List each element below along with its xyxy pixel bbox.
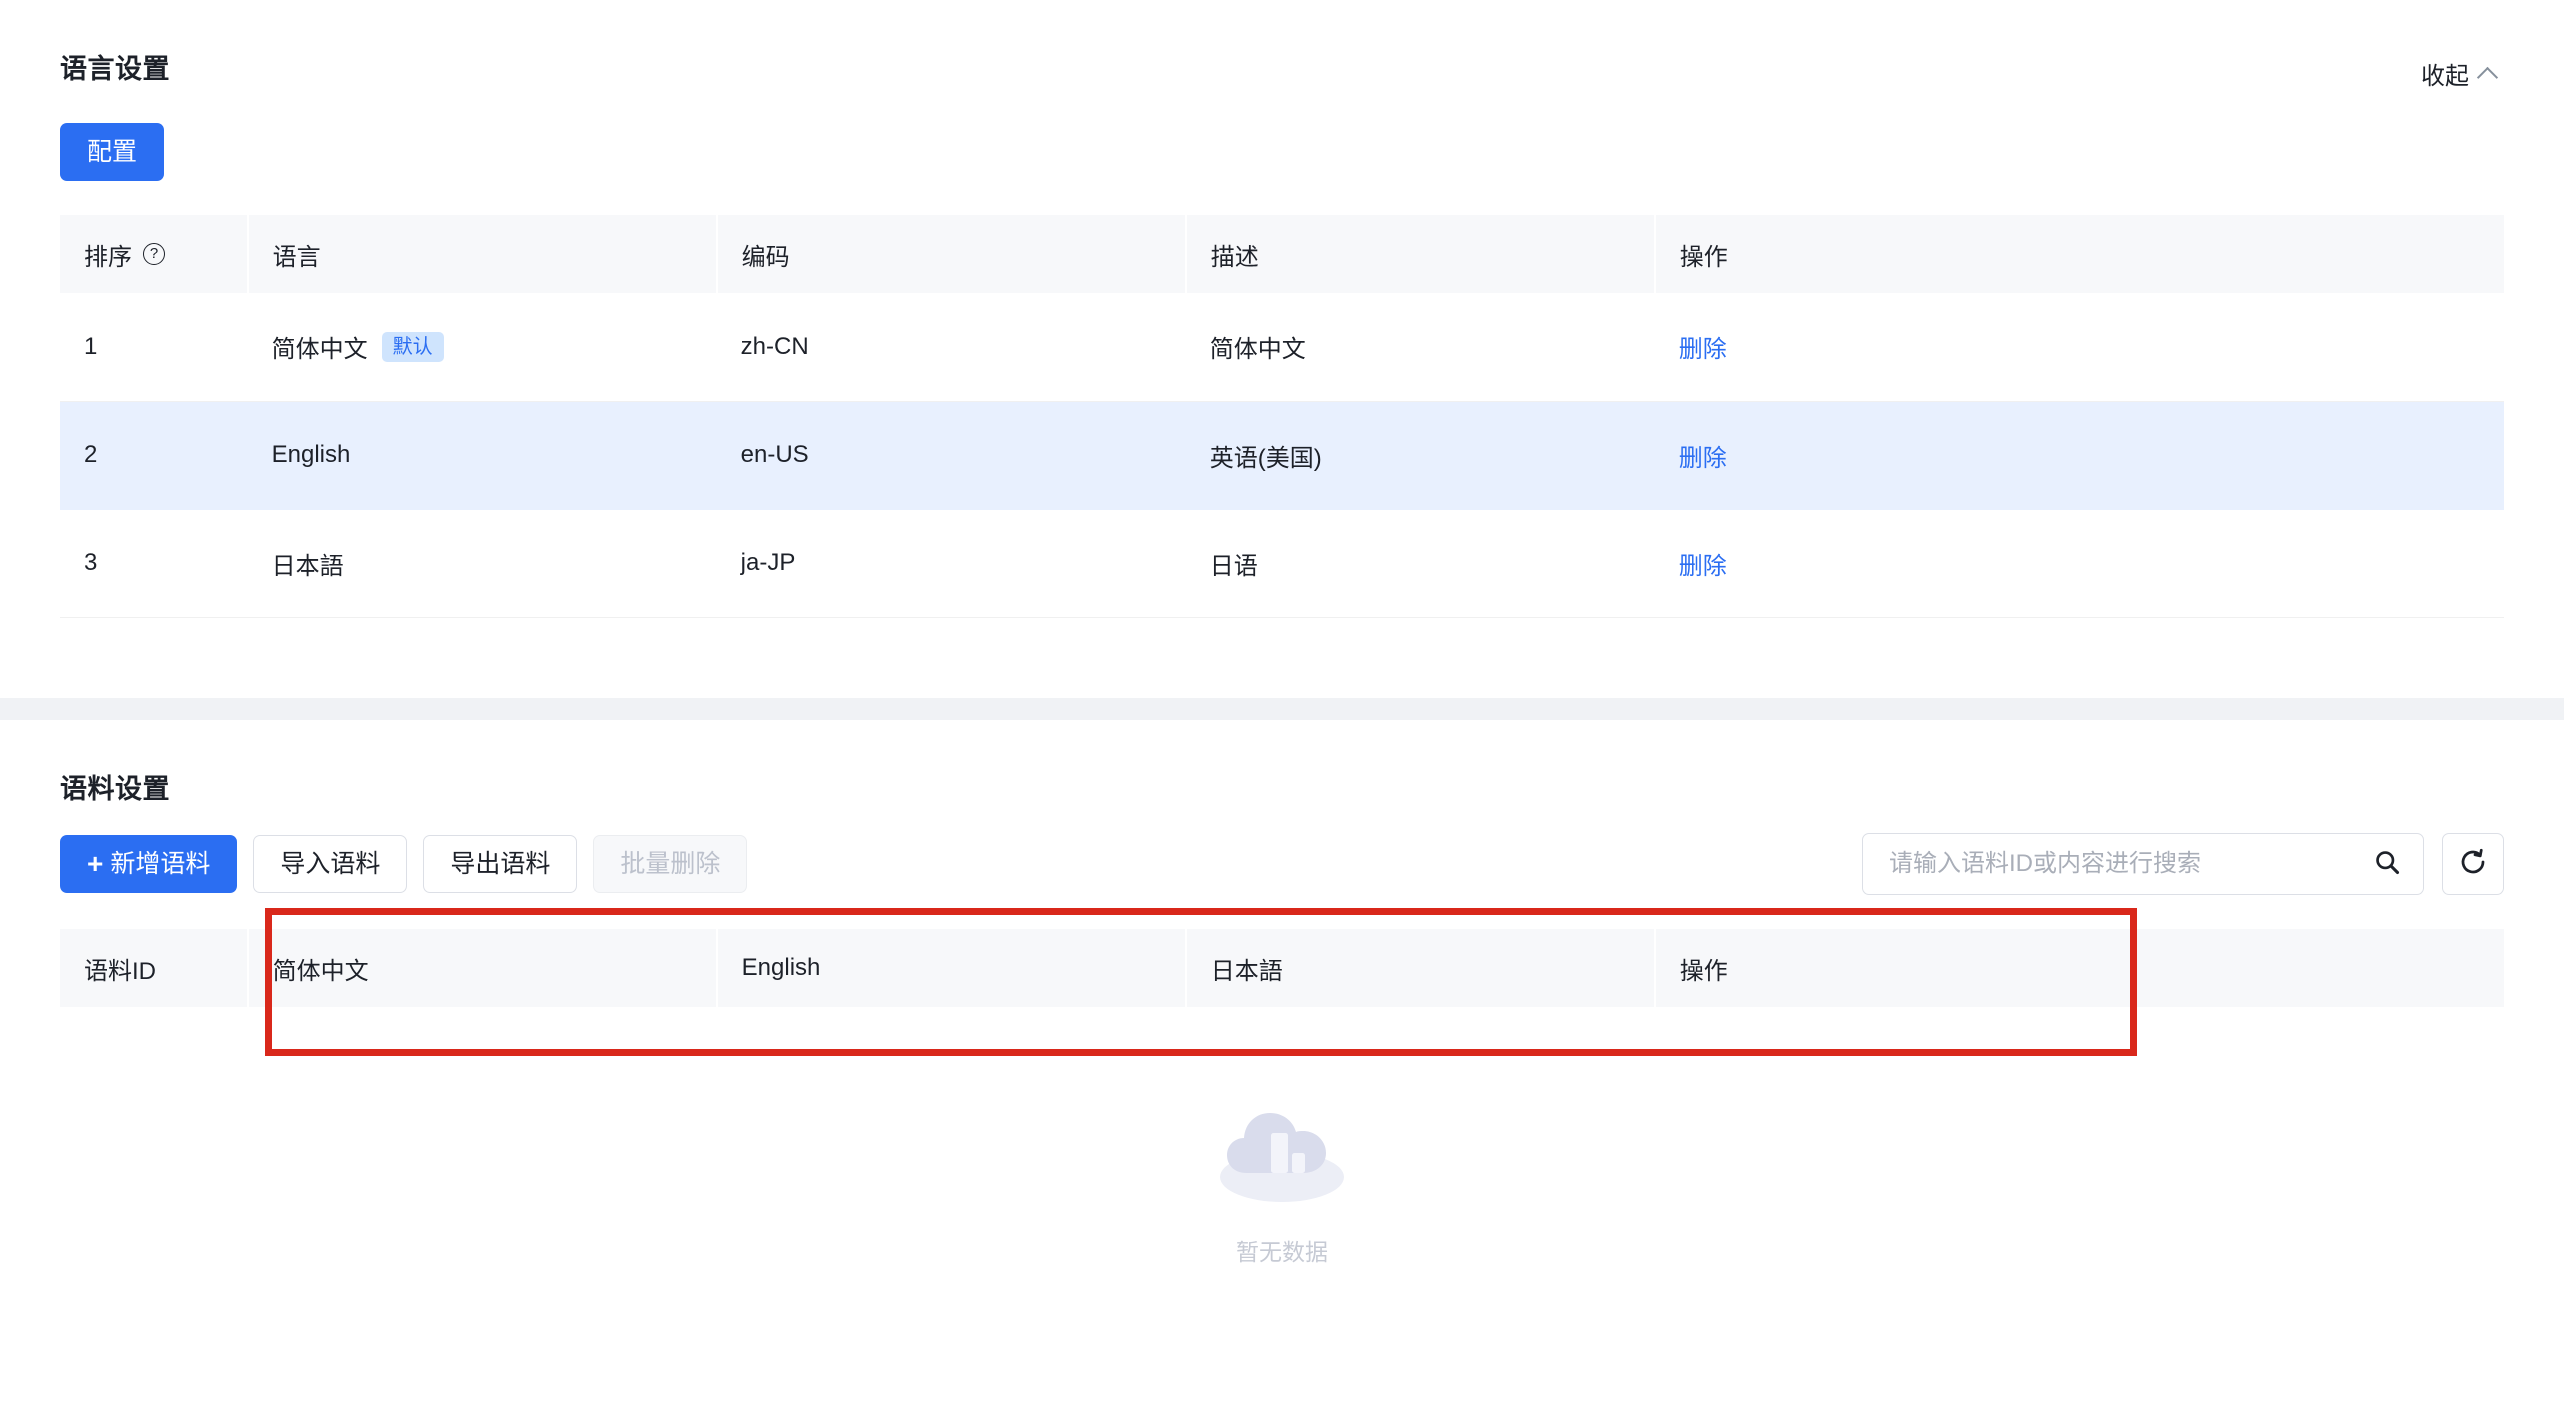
cell-language-label: 日本語 — [271, 552, 344, 580]
search-input[interactable] — [1887, 849, 2373, 879]
cell-description: 简体中文 — [1185, 293, 1655, 402]
collapse-label: 收起 — [2421, 63, 2469, 90]
empty-state-text: 暂无数据 — [1236, 1239, 1328, 1265]
table-row[interactable]: 2 English en-US 英语(美国) 删除 — [60, 401, 2504, 510]
column-header-order[interactable]: 排序 ? — [60, 215, 249, 293]
column-header-ja-jp[interactable]: 日本語 — [1185, 929, 1656, 1007]
cell-language: 简体中文 默认 — [247, 293, 717, 402]
config-button[interactable]: 配置 — [60, 123, 165, 181]
corpus-title: 语料设置 — [60, 774, 170, 804]
cell-language-label: 简体中文 — [271, 336, 368, 364]
column-header-order-label: 排序 — [84, 243, 132, 271]
empty-cloud-icon — [1197, 1085, 1367, 1215]
cell-description: 日语 — [1185, 509, 1655, 618]
app-screen: 语言设置 收起 配置 排序 ? 语言 编码 描述 操作 1 简体中文 默认 zh… — [0, 0, 2564, 1408]
cell-code: en-US — [716, 401, 1186, 510]
chevron-up-icon — [2479, 64, 2498, 83]
cell-order: 1 — [60, 293, 248, 402]
cell-action: 删除 — [1654, 293, 2504, 402]
cell-description: 英语(美国) — [1185, 401, 1655, 510]
plus-icon: + — [87, 848, 104, 879]
language-settings-card: 语言设置 收起 配置 排序 ? 语言 编码 描述 操作 1 简体中文 默认 zh… — [0, 0, 2564, 698]
collapse-toggle[interactable]: 收起 — [2421, 56, 2504, 91]
corpus-table: 语料ID 简体中文 English 日本語 操作 — [60, 929, 2504, 1007]
section-divider — [0, 698, 2564, 720]
search-icon[interactable] — [2373, 848, 2401, 881]
language-table-header-row: 排序 ? 语言 编码 描述 操作 — [60, 215, 2504, 293]
corpus-toolbar: + 新增语料 导入语料 导出语料 批量删除 — [60, 833, 2504, 895]
delete-link[interactable]: 删除 — [1679, 445, 1727, 472]
refresh-button[interactable] — [2442, 833, 2504, 895]
column-header-description[interactable]: 描述 — [1185, 215, 1656, 293]
corpus-section-header: 语料设置 — [60, 720, 2504, 803]
corpus-settings-card: 语料设置 + 新增语料 导入语料 导出语料 批量删除 请输入语料ID或内容进行搜… — [0, 720, 2564, 1408]
column-header-corpus-id[interactable]: 语料ID — [60, 929, 249, 1007]
page-title: 语言设置 — [60, 54, 170, 84]
column-header-action[interactable]: 操作 — [1654, 215, 2504, 293]
column-header-code[interactable]: 编码 — [716, 215, 1187, 293]
question-circle-icon[interactable]: ? — [143, 243, 165, 265]
add-corpus-label: 新增语料 — [110, 849, 211, 878]
column-header-zh-cn[interactable]: 简体中文 — [247, 929, 718, 1007]
toolbar-right-group — [1862, 833, 2504, 895]
table-row[interactable]: 1 简体中文 默认 zh-CN 简体中文 删除 — [60, 293, 2504, 402]
cell-action: 删除 — [1654, 509, 2504, 618]
cell-order: 3 — [60, 509, 248, 618]
language-table: 排序 ? 语言 编码 描述 操作 1 简体中文 默认 zh-CN 简体中文 删除… — [60, 215, 2504, 618]
cell-language: English — [247, 401, 717, 510]
empty-state: 暂无数据 — [60, 1007, 2504, 1267]
delete-link[interactable]: 删除 — [1679, 553, 1727, 580]
table-row[interactable]: 3 日本語 ja-JP 日语 删除 — [60, 509, 2504, 618]
search-box[interactable] — [1862, 833, 2424, 895]
import-corpus-button[interactable]: 导入语料 — [253, 835, 408, 893]
batch-delete-button: 批量删除 — [593, 835, 748, 893]
corpus-table-header-row: 语料ID 简体中文 English 日本語 操作 — [60, 929, 2504, 1007]
export-corpus-button[interactable]: 导出语料 — [423, 835, 578, 893]
status-badge: 默认 — [381, 331, 444, 362]
add-corpus-button[interactable]: + 新增语料 — [60, 835, 238, 893]
cell-language-label: English — [271, 441, 351, 468]
refresh-icon — [2458, 847, 2488, 882]
cell-order: 2 — [60, 401, 248, 510]
column-header-corpus-action[interactable]: 操作 — [1654, 929, 2504, 1007]
cell-language: 日本語 — [247, 509, 717, 618]
config-button-wrap: 配置 — [60, 123, 2504, 181]
cell-action: 删除 — [1654, 401, 2504, 510]
column-header-language[interactable]: 语言 — [247, 215, 718, 293]
delete-link[interactable]: 删除 — [1679, 336, 1727, 363]
cell-code: zh-CN — [716, 293, 1186, 402]
language-section-header: 语言设置 收起 — [60, 0, 2504, 91]
column-header-en-us[interactable]: English — [716, 929, 1187, 1007]
cell-code: ja-JP — [716, 509, 1186, 618]
